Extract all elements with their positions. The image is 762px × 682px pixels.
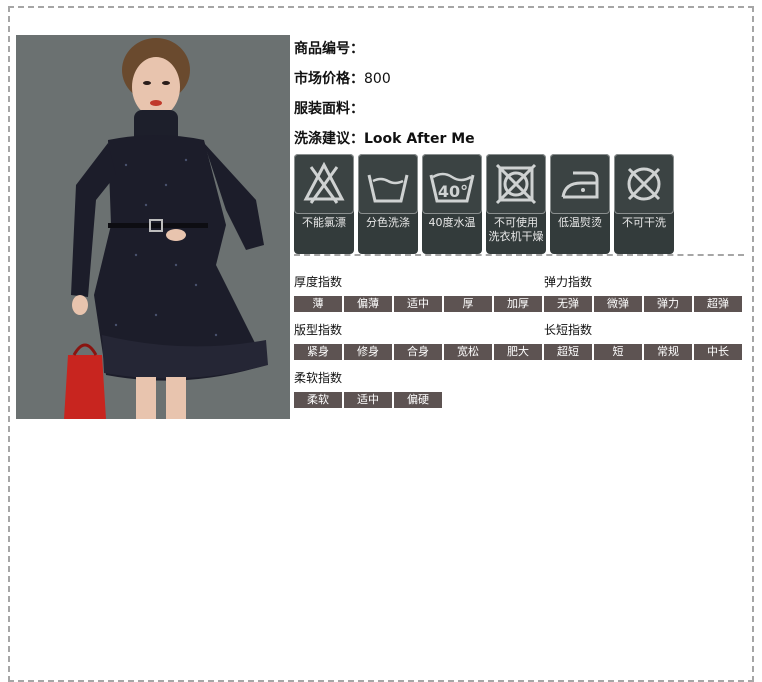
thickness-option: 加厚: [494, 296, 542, 312]
care-label-no-tumble-dry: 不可使用 洗衣机干燥: [486, 216, 546, 244]
section-divider: [294, 254, 744, 256]
care-item-separate-wash: 分色洗涤: [358, 154, 418, 254]
product-info: 商品编号： 市场价格：800 服装面料： 洗涤建议：Look After Me: [294, 38, 754, 158]
no-dry-clean-icon: [614, 154, 674, 214]
care-label-no-dry-clean: 不可干洗: [622, 216, 666, 229]
thickness-option: 适中: [394, 296, 442, 312]
care-label-no-tumble-dry-line2: 洗衣机干燥: [488, 230, 544, 243]
fit-index-bar: 紧身 修身 合身 宽松 肥大: [294, 344, 544, 360]
care-label-no-bleach: 不能氯漂: [302, 216, 346, 229]
length-index-bar: 超短 短 常规 中长: [544, 344, 744, 360]
length-index-title: 长短指数: [544, 323, 593, 337]
softness-option: 偏硬: [394, 392, 442, 408]
length-option: 中长: [694, 344, 742, 360]
thickness-option: 厚: [444, 296, 492, 312]
no-bleach-icon: [294, 154, 354, 214]
fit-option: 肥大: [494, 344, 542, 360]
softness-option: 柔软: [294, 392, 342, 408]
fit-option: 修身: [344, 344, 392, 360]
softness-index-title: 柔软指数: [294, 371, 343, 385]
no-tumble-dry-icon: [486, 154, 546, 214]
elasticity-option: 微弹: [594, 296, 642, 312]
thickness-index-title: 厚度指数: [294, 275, 343, 289]
care-item-no-tumble-dry: 不可使用 洗衣机干燥: [486, 154, 546, 254]
care-item-low-iron: 低温熨烫: [550, 154, 610, 254]
length-option: 短: [594, 344, 642, 360]
product-photo: [16, 35, 290, 419]
elasticity-index-title: 弹力指数: [544, 275, 593, 289]
elasticity-index-bar: 无弹 微弹 弹力 超弹: [544, 296, 744, 312]
fit-option: 合身: [394, 344, 442, 360]
fit-option: 宽松: [444, 344, 492, 360]
care-label-separate-wash: 分色洗涤: [366, 216, 410, 229]
elasticity-option: 弹力: [644, 296, 692, 312]
fit-index-title: 版型指数: [294, 323, 343, 337]
wash-value: Look After Me: [364, 131, 475, 147]
softness-option: 适中: [344, 392, 392, 408]
care-label-low-iron: 低温熨烫: [558, 216, 602, 229]
elasticity-option: 无弹: [544, 296, 592, 312]
thickness-index-bar: 薄 偏薄 适中 厚 加厚: [294, 296, 544, 312]
market-price-label: 市场价格：: [294, 71, 364, 87]
care-item-no-bleach: 不能氯漂: [294, 154, 354, 254]
softness-index-bar: 柔软 适中 偏硬: [294, 392, 444, 408]
wash-temp-text: 40°: [438, 182, 468, 201]
wash-40-icon: 40°: [422, 154, 482, 214]
fit-option: 紧身: [294, 344, 342, 360]
product-code-row: 商品编号：: [294, 38, 754, 68]
market-price-row: 市场价格：800: [294, 68, 754, 98]
low-iron-icon: [550, 154, 610, 214]
care-item-wash-40: 40° 40度水温: [422, 154, 482, 254]
product-code-label: 商品编号：: [294, 41, 364, 57]
separate-wash-icon: [358, 154, 418, 214]
length-option: 超短: [544, 344, 592, 360]
market-price-value: 800: [364, 71, 391, 87]
elasticity-option: 超弹: [694, 296, 742, 312]
care-instructions: 不能氯漂 分色洗涤 40° 40度水温 不可使用 洗衣机干燥 低温熨烫 不可干洗: [294, 154, 744, 254]
length-option: 常规: [644, 344, 692, 360]
fabric-row: 服装面料：: [294, 98, 754, 128]
wash-label: 洗涤建议：: [294, 131, 364, 147]
care-label-no-tumble-dry-line1: 不可使用: [494, 216, 538, 229]
thickness-option: 薄: [294, 296, 342, 312]
model-illustration: [16, 35, 290, 419]
thickness-option: 偏薄: [344, 296, 392, 312]
care-item-no-dry-clean: 不可干洗: [614, 154, 674, 254]
care-label-wash-40: 40度水温: [428, 216, 476, 229]
fabric-label: 服装面料：: [294, 101, 364, 117]
